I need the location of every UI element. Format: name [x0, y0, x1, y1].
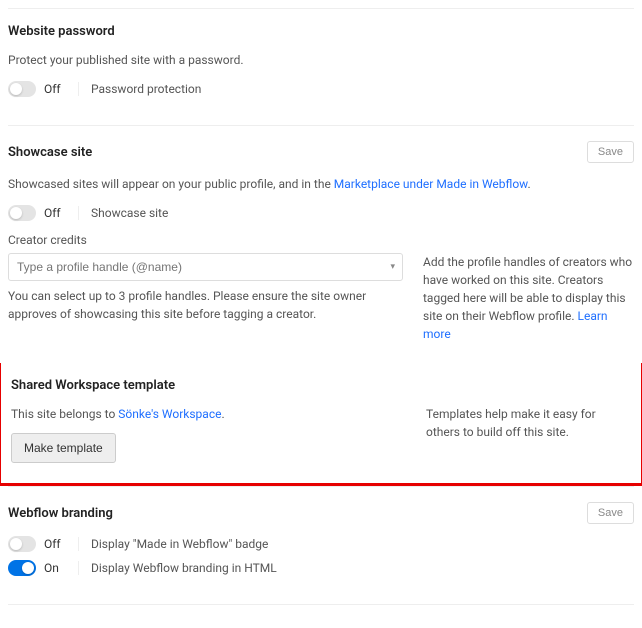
webflow-branding-section: Webflow branding Save Off Display "Made … — [8, 486, 634, 604]
showcase-toggle[interactable] — [8, 205, 36, 221]
showcase-desc: Showcased sites will appear on your publ… — [8, 175, 634, 193]
showcase-toggle-state: Off — [44, 206, 66, 220]
html-branding-toggle-state: On — [44, 561, 66, 575]
belongs-prefix: This site belongs to — [11, 407, 118, 421]
website-password-desc: Protect your published site with a passw… — [8, 51, 634, 69]
creator-credits-side: Add the profile handles of creators who … — [423, 253, 634, 343]
next-section — [8, 604, 634, 620]
showcase-desc-suffix: . — [527, 177, 530, 191]
template-header: Shared Workspace template — [11, 378, 631, 393]
branding-save-button[interactable]: Save — [587, 502, 634, 524]
website-password-header: Website password — [8, 24, 634, 39]
handle-helper: You can select up to 3 profile handles. … — [8, 287, 403, 323]
html-branding-toggle[interactable] — [8, 560, 36, 576]
make-template-button[interactable]: Make template — [11, 433, 116, 463]
template-title: Shared Workspace template — [11, 378, 175, 393]
badge-toggle-state: Off — [44, 537, 66, 551]
password-toggle-row: Off Password protection — [8, 81, 634, 97]
creator-credits-row: ▾ You can select up to 3 profile handles… — [8, 253, 634, 343]
password-toggle[interactable] — [8, 81, 36, 97]
handle-input-wrap: ▾ — [8, 253, 403, 281]
showcase-title: Showcase site — [8, 145, 92, 160]
password-toggle-state: Off — [44, 82, 66, 96]
badge-toggle-label: Display "Made in Webflow" badge — [78, 537, 268, 551]
template-left: This site belongs to Sönke's Workspace. … — [11, 405, 406, 463]
template-side: Templates help make it easy for others t… — [426, 405, 631, 441]
badge-toggle[interactable] — [8, 536, 36, 552]
creator-credits-label: Creator credits — [8, 233, 634, 247]
template-row: This site belongs to Sönke's Workspace. … — [11, 405, 631, 463]
showcase-site-section: Showcase site Save Showcased sites will … — [8, 125, 634, 363]
profile-handle-input[interactable] — [8, 253, 403, 281]
showcase-header: Showcase site Save — [8, 141, 634, 163]
html-branding-toggle-row: On Display Webflow branding in HTML — [8, 560, 634, 576]
showcase-desc-prefix: Showcased sites will appear on your publ… — [8, 177, 334, 191]
showcase-toggle-row: Off Showcase site — [8, 205, 634, 221]
website-password-title: Website password — [8, 24, 115, 39]
marketplace-link[interactable]: Marketplace under Made in Webflow — [334, 177, 528, 191]
creator-credits-left: ▾ You can select up to 3 profile handles… — [8, 253, 403, 323]
showcase-save-button[interactable]: Save — [587, 141, 634, 163]
template-belongs: This site belongs to Sönke's Workspace. — [11, 405, 406, 423]
showcase-toggle-label: Showcase site — [78, 206, 168, 220]
branding-header: Webflow branding Save — [8, 502, 634, 524]
html-branding-toggle-label: Display Webflow branding in HTML — [78, 561, 277, 575]
password-toggle-label: Password protection — [78, 82, 201, 96]
badge-toggle-row: Off Display "Made in Webflow" badge — [8, 536, 634, 552]
website-password-section: Website password Protect your published … — [8, 8, 634, 125]
shared-workspace-template-section: Shared Workspace template This site belo… — [0, 363, 642, 486]
branding-title: Webflow branding — [8, 506, 113, 521]
workspace-link[interactable]: Sönke's Workspace — [118, 407, 221, 421]
belongs-suffix: . — [221, 407, 224, 421]
